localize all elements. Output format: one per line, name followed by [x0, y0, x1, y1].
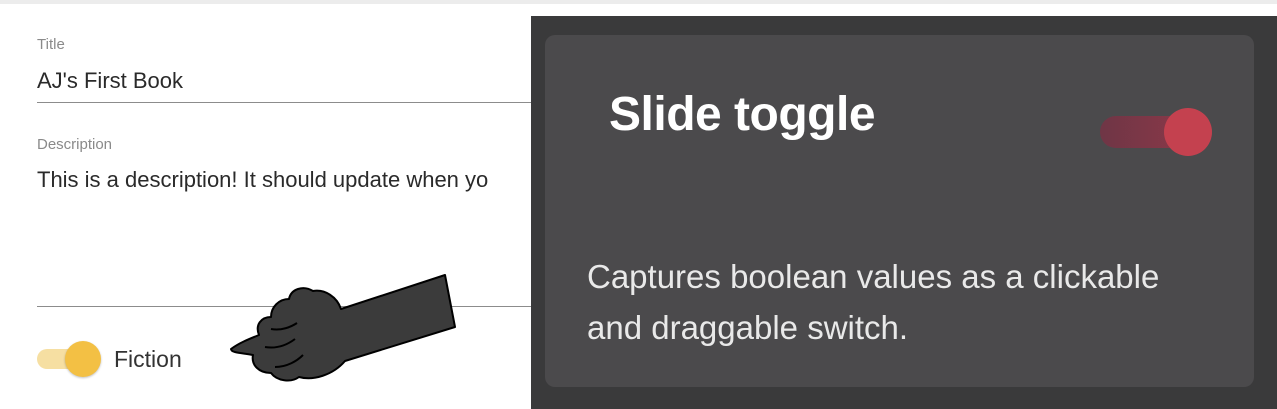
- description-label: Description: [37, 136, 113, 153]
- fiction-label[interactable]: Fiction: [114, 346, 182, 373]
- fiction-toggle[interactable]: [37, 341, 101, 377]
- title-label: Title: [37, 36, 65, 53]
- tooltip-description: Captures boolean values as a clickable a…: [587, 258, 1160, 346]
- slide-toggle-info-card: Slide toggle Captures boolean values as …: [545, 35, 1254, 387]
- demo-toggle-thumb[interactable]: [1164, 108, 1212, 156]
- description-textarea[interactable]: This is a description! It should update …: [37, 167, 488, 193]
- tooltip-overlay: Slide toggle Captures boolean values as …: [531, 16, 1277, 409]
- paw-pointer-icon: [230, 274, 456, 382]
- fiction-toggle-thumb[interactable]: [65, 341, 101, 377]
- demo-slide-toggle[interactable]: [1100, 104, 1212, 160]
- title-input[interactable]: AJ's First Book: [37, 68, 183, 94]
- tooltip-title: Slide toggle: [609, 88, 876, 141]
